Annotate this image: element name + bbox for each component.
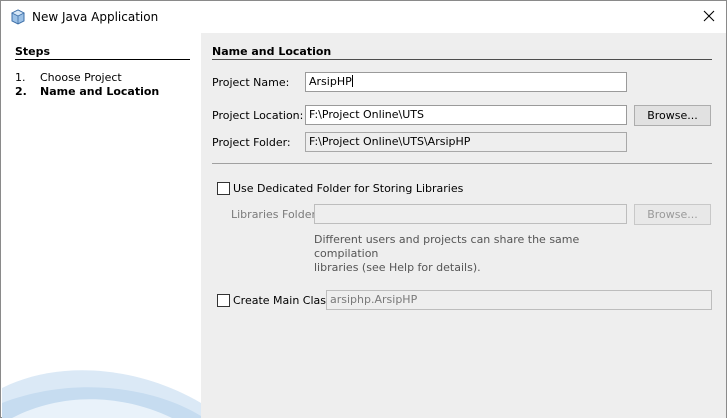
steps-panel: Steps 1. Choose Project 2. Name and Locati… bbox=[2, 33, 201, 418]
close-button[interactable] bbox=[692, 1, 726, 33]
browse-libraries-button[interactable]: Browse... bbox=[634, 204, 711, 225]
title-bar[interactable]: New Java Application bbox=[1, 1, 726, 33]
main-panel: Name and Location Project Name: ArsipHP … bbox=[201, 33, 726, 418]
hint-line-1: Different users and projects can share t… bbox=[314, 233, 580, 260]
hint-line-2: libraries (see Help for details). bbox=[314, 261, 481, 274]
step-number: 1. bbox=[15, 71, 26, 84]
create-main-class-label[interactable]: Create Main Class bbox=[233, 294, 332, 307]
main-class-input[interactable]: arsiphp.ArsipHP bbox=[326, 290, 712, 310]
options-divider bbox=[212, 163, 712, 164]
decorative-swoosh-graphic bbox=[2, 370, 201, 418]
project-name-input[interactable]: ArsipHP bbox=[305, 72, 627, 92]
browse-location-button[interactable]: Browse... bbox=[634, 105, 711, 126]
close-icon bbox=[703, 10, 715, 25]
libraries-folder-label: Libraries Folder: bbox=[231, 208, 320, 221]
step-name-and-location: 2. Name and Location bbox=[15, 85, 159, 98]
dedicated-folder-label[interactable]: Use Dedicated Folder for Storing Librari… bbox=[233, 182, 463, 195]
dialog-window: New Java Application Steps 1. Choose Proj… bbox=[0, 0, 727, 418]
step-number: 2. bbox=[15, 85, 27, 98]
window-title: New Java Application bbox=[32, 10, 159, 24]
project-folder-label: Project Folder: bbox=[212, 136, 291, 149]
section-divider bbox=[212, 59, 712, 60]
steps-title: Steps bbox=[15, 45, 51, 58]
libraries-folder-input[interactable] bbox=[314, 204, 627, 224]
step-label: Choose Project bbox=[40, 71, 122, 84]
project-folder-field[interactable]: F:\Project Online\UTS\ArsipHP bbox=[305, 132, 627, 152]
project-location-value: F:\Project Online\UTS bbox=[309, 108, 424, 121]
step-choose-project: 1. Choose Project bbox=[15, 71, 122, 84]
project-folder-value: F:\Project Online\UTS\ArsipHP bbox=[309, 135, 471, 148]
create-main-class-checkbox[interactable] bbox=[217, 294, 230, 307]
section-title: Name and Location bbox=[212, 45, 332, 58]
project-name-label: Project Name: bbox=[212, 76, 290, 89]
project-location-input[interactable]: F:\Project Online\UTS bbox=[305, 105, 627, 125]
text-caret bbox=[351, 75, 353, 87]
main-class-value: arsiphp.ArsipHP bbox=[330, 293, 418, 306]
dedicated-folder-checkbox[interactable] bbox=[217, 182, 230, 195]
project-location-label: Project Location: bbox=[212, 109, 304, 122]
project-name-value: ArsipHP bbox=[309, 75, 352, 88]
libraries-hint-text: Different users and projects can share t… bbox=[314, 233, 634, 275]
steps-divider bbox=[15, 59, 190, 60]
java-cube-icon bbox=[10, 9, 26, 25]
step-label: Name and Location bbox=[40, 85, 160, 98]
